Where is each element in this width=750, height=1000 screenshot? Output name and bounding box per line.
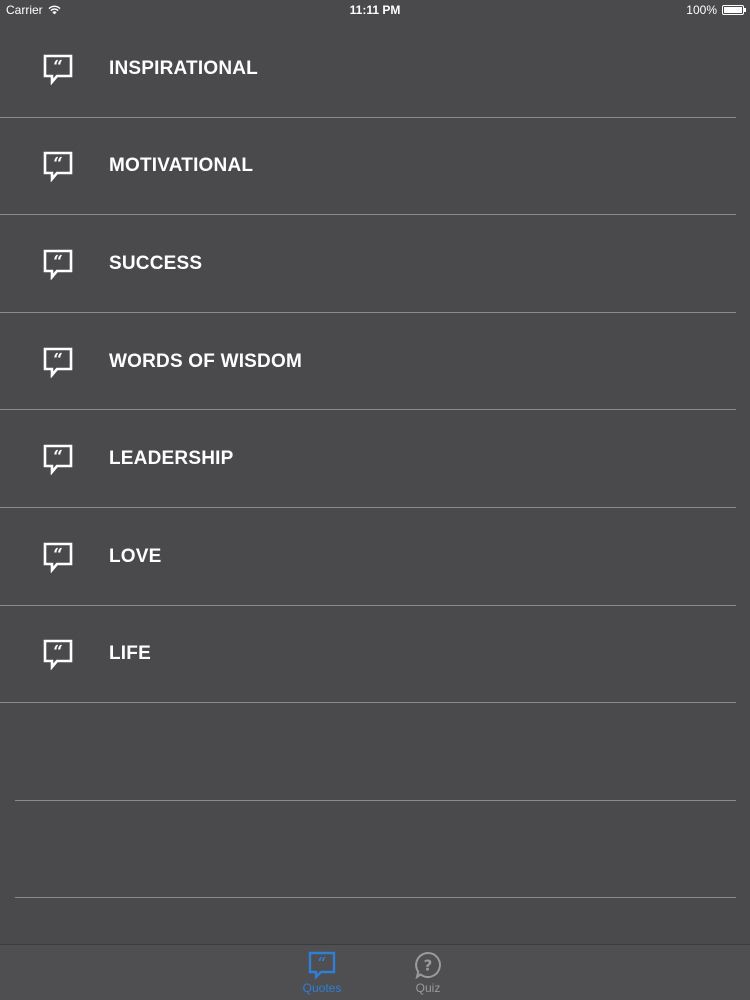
empty-row <box>0 703 750 801</box>
tab-bar: “ Quotes ? Quiz <box>0 944 750 1000</box>
svg-text:“: “ <box>53 447 63 467</box>
battery-fill <box>724 7 742 13</box>
list-item-life[interactable]: “ LIFE <box>0 606 750 704</box>
status-time: 11:11 PM <box>349 3 401 17</box>
list-item-label: LIFE <box>109 643 151 665</box>
svg-text:“: “ <box>53 642 63 662</box>
list-item-label: INSPIRATIONAL <box>109 57 258 79</box>
list-item-inspirational[interactable]: “ INSPIRATIONAL <box>0 20 750 118</box>
list-item-words-of-wisdom[interactable]: “ WORDS OF WISDOM <box>0 313 750 411</box>
svg-text:?: ? <box>424 957 433 975</box>
svg-text:“: “ <box>53 57 63 77</box>
status-right: 100% <box>686 3 746 17</box>
list-item-love[interactable]: “ LOVE <box>0 508 750 606</box>
list-item-label: LOVE <box>109 545 162 567</box>
question-circle-icon: ? <box>415 951 441 980</box>
list-item-label: LEADERSHIP <box>109 448 234 470</box>
svg-text:“: “ <box>53 350 63 370</box>
quotes-tab-icon: “ <box>308 951 336 980</box>
list-item-label: WORDS OF WISDOM <box>109 350 302 372</box>
status-bar: Carrier 11:11 PM 100% <box>0 0 750 20</box>
quote-bubble-icon: “ <box>43 542 73 573</box>
tab-label: Quotes <box>302 981 342 995</box>
quote-bubble-icon: “ <box>43 444 73 476</box>
svg-text:“: “ <box>318 954 327 972</box>
quote-bubble-icon: “ <box>43 640 73 671</box>
tab-label: Quiz <box>415 981 441 995</box>
list-item-label: MOTIVATIONAL <box>109 155 254 177</box>
tab-quotes[interactable]: “ Quotes <box>292 950 352 995</box>
tab-quiz[interactable]: ? Quiz <box>398 950 458 995</box>
battery-percent: 100% <box>686 3 717 17</box>
svg-text:“: “ <box>53 154 63 174</box>
quote-bubble-icon: “ <box>43 249 73 280</box>
list-item-label: SUCCESS <box>109 252 203 274</box>
list-item-leadership[interactable]: “ LEADERSHIP <box>0 410 750 508</box>
quote-bubble-icon: “ <box>43 347 73 378</box>
list-item-success[interactable]: “ SUCCESS <box>0 215 750 313</box>
quote-bubble-icon: “ <box>43 152 73 183</box>
category-list: “ INSPIRATIONAL “ MOTIVATIONAL “ SUCCESS… <box>0 20 750 898</box>
svg-text:“: “ <box>53 545 63 565</box>
empty-row <box>0 801 750 899</box>
quote-bubble-icon: “ <box>43 54 73 85</box>
list-item-motivational[interactable]: “ MOTIVATIONAL <box>0 118 750 216</box>
battery-icon <box>722 5 746 15</box>
svg-text:“: “ <box>53 252 63 272</box>
